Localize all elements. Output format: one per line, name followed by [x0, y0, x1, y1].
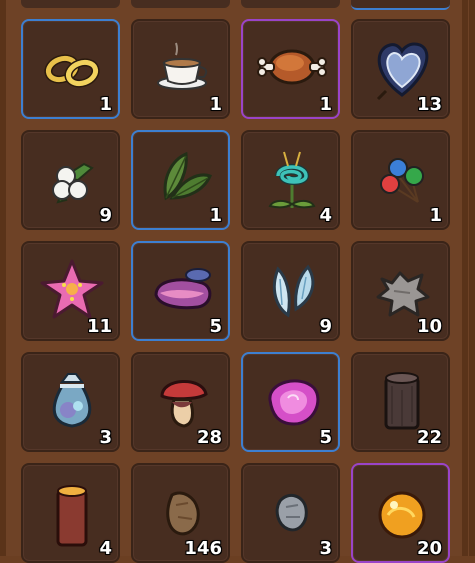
inventory-slot-mushroom[interactable]: 28: [131, 352, 230, 452]
inventory-slot-star-flower[interactable]: 11: [21, 241, 120, 341]
item-count: 3: [99, 427, 112, 448]
previous-row-edge: [21, 0, 461, 12]
inventory-slot-gold-rings[interactable]: 1: [21, 19, 120, 119]
item-count: 13: [416, 94, 442, 115]
inventory-slot-pelt[interactable]: 10: [351, 241, 450, 341]
inventory-slot-shell[interactable]: 5: [131, 241, 230, 341]
item-count: 9: [319, 316, 332, 337]
item-count: 1: [209, 94, 222, 115]
item-count: 28: [196, 427, 222, 448]
inventory-slot-cotton[interactable]: 9: [21, 130, 120, 230]
inventory-slot-amber-orb[interactable]: 20: [351, 463, 450, 563]
inventory-slot-dark-log[interactable]: 22: [351, 352, 450, 452]
inventory-slot-iron-ore[interactable]: 3: [241, 463, 340, 563]
item-count: 9: [99, 205, 112, 226]
item-count: 1: [319, 94, 332, 115]
inventory-panel: 1 1 1 13 9 1 4 1 11 5 9 10 3 28 5 22 4 1…: [0, 0, 475, 563]
inventory-slot-wings[interactable]: 9: [241, 241, 340, 341]
item-count: 5: [319, 427, 332, 448]
item-count: 11: [86, 316, 112, 337]
inventory-slot-log[interactable]: 4: [21, 463, 120, 563]
inventory-grid: 1 1 1 13 9 1 4 1 11 5 9 10 3 28 5 22 4 1…: [21, 19, 450, 563]
item-count: 1: [99, 94, 112, 115]
inventory-scrollbar[interactable]: [462, 0, 468, 556]
inventory-slot-tea-cup[interactable]: 1: [131, 19, 230, 119]
inventory-slot-leaves[interactable]: 1: [131, 130, 230, 230]
inventory-slot-pink-crystal[interactable]: 5: [241, 352, 340, 452]
inventory-slot-berries[interactable]: 1: [351, 130, 450, 230]
item-count: 22: [416, 427, 442, 448]
inventory-slot-spiral-flower[interactable]: 4: [241, 130, 340, 230]
item-count: 1: [429, 205, 442, 226]
item-count: 10: [416, 316, 442, 337]
inventory-slot-meat[interactable]: 1: [241, 19, 340, 119]
inventory-slot-stone[interactable]: 146: [131, 463, 230, 563]
item-count: 4: [319, 205, 332, 226]
item-count: 5: [209, 316, 222, 337]
inventory-slot-bag[interactable]: 3: [21, 352, 120, 452]
item-count: 1: [209, 205, 222, 226]
inventory-slot-heart-leaf[interactable]: 13: [351, 19, 450, 119]
